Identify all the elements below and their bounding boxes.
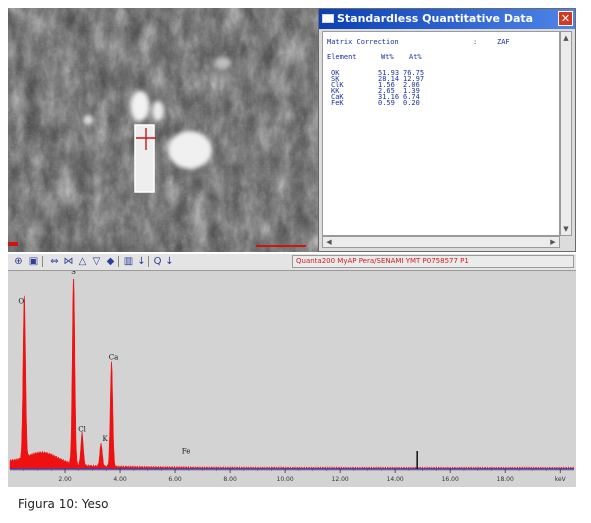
window-icon xyxy=(322,14,334,23)
image-icon[interactable]: ▣ xyxy=(27,255,40,268)
peak-label-ca: Ca xyxy=(109,354,119,362)
row-at: 0.20 xyxy=(403,98,420,107)
row-wt: 0.59 xyxy=(378,98,395,107)
quantitative-data-window: Standardless Quantitative Data ✕ Matrix … xyxy=(318,8,576,252)
peak-label-cl: Cl xyxy=(78,426,86,434)
label-icon[interactable]: ◆ xyxy=(104,255,117,268)
x-tick-label: 10.00 xyxy=(277,476,294,483)
spectrum-toolbar: ⊕ ▣ ⇔ ⋈ △ ▽ ◆ ▥ ↓ Q ↓ Quanta200 MyAP Pera/SENAMI Y… xyxy=(8,254,576,271)
analysis-area-box xyxy=(134,124,155,193)
results-text-area[interactable]: Matrix Correction : ZAF Element Wt% At% … xyxy=(322,31,560,236)
horizontal-scrollbar[interactable]: ◀ ▶ xyxy=(322,236,560,248)
down-arrow-icon[interactable]: ↓ xyxy=(163,255,176,268)
window-title: Standardless Quantitative Data xyxy=(337,12,534,25)
header-element: Element xyxy=(327,53,357,61)
matrix-correction-label: Matrix Correction xyxy=(327,38,399,46)
header-at: At% xyxy=(409,53,422,61)
scroll-up-icon[interactable]: ▲ xyxy=(561,33,571,43)
scroll-down-icon[interactable]: ▼ xyxy=(561,224,571,234)
vertical-scrollbar[interactable]: ▲ ▼ xyxy=(560,31,572,236)
matrix-correction-value: ZAF xyxy=(497,38,510,46)
micrograph-image xyxy=(8,8,318,252)
x-tick-label: 14.00 xyxy=(387,476,404,483)
result-row: FeK 0.59 0.20 xyxy=(323,98,559,107)
scroll-left-icon[interactable]: ◀ xyxy=(324,237,334,247)
zoom-icon[interactable]: ⊕ xyxy=(12,255,25,268)
window-titlebar[interactable]: Standardless Quantitative Data ✕ xyxy=(319,9,575,29)
toolbar-separator xyxy=(42,256,43,267)
peak-up-icon[interactable]: △ xyxy=(76,255,89,268)
x-tick-label: 18.00 xyxy=(497,476,514,483)
sample-info-field: Quanta200 MyAP Pera/SENAMI YMT P0758577 … xyxy=(292,255,574,268)
eds-spectrum[interactable]: 2.00 4.00 6.00 8.00 10.00 12.00 14.00 16.00 18.0… xyxy=(8,268,576,487)
header-wt: Wt% xyxy=(381,53,394,61)
peak-label-fe: Fe xyxy=(182,448,191,456)
close-icon[interactable]: ✕ xyxy=(558,11,573,26)
peak-label-s: S xyxy=(71,271,76,276)
scroll-right-icon[interactable]: ▶ xyxy=(548,237,558,247)
bars-icon[interactable]: ▥ xyxy=(122,255,135,268)
peak-label-k: K xyxy=(102,435,108,443)
matrix-correction-separator: : xyxy=(473,38,478,46)
peak-label-o: O xyxy=(18,298,24,306)
x-tick-label: 6.00 xyxy=(168,476,182,483)
expand-icon[interactable]: ⇔ xyxy=(48,255,61,268)
x-tick-label: 2.00 xyxy=(58,476,72,483)
toolbar-separator xyxy=(118,256,119,267)
spectrum-background xyxy=(8,271,576,487)
compress-icon[interactable]: ⋈ xyxy=(62,255,75,268)
row-element: FeK xyxy=(331,98,344,107)
peak-down-icon[interactable]: ▽ xyxy=(90,255,103,268)
toolbar-separator xyxy=(148,256,149,267)
x-tick-label: 12.00 xyxy=(332,476,349,483)
x-tick-label: 16.00 xyxy=(442,476,459,483)
x-tick-label: keV xyxy=(555,476,567,483)
figure-caption: Figura 10: Yeso xyxy=(18,497,109,511)
x-tick-label: 4.00 xyxy=(113,476,127,483)
x-tick-label: 8.00 xyxy=(223,476,237,483)
down-arrow-icon[interactable]: ↓ xyxy=(135,255,148,268)
sem-micrograph[interactable] xyxy=(8,8,318,252)
spectrum-chart: 2.00 4.00 6.00 8.00 10.00 12.00 14.00 16.00 18.0… xyxy=(8,268,576,487)
scale-marker xyxy=(8,242,18,246)
